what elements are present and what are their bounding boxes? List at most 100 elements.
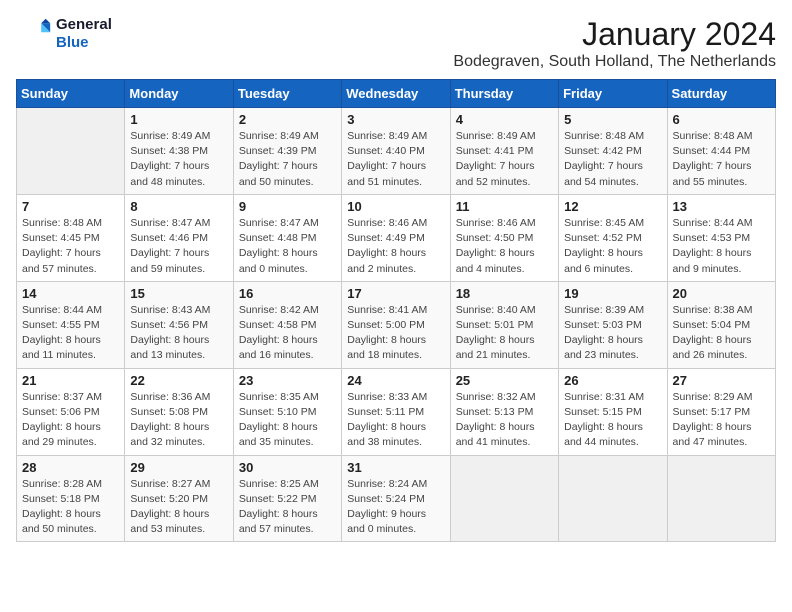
calendar-cell: 6 Sunrise: 8:48 AM Sunset: 4:44 PM Daylig… xyxy=(667,108,775,195)
calendar-cell: 1Sunrise: 8:49 AM Sunset: 4:38 PM Daylig… xyxy=(125,108,233,195)
day-info: Sunrise: 8:44 AM Sunset: 4:55 PM Dayligh… xyxy=(22,303,119,364)
weekday-header-saturday: Saturday xyxy=(667,80,775,108)
header: General Blue January 2024 Bodegraven, So… xyxy=(16,16,776,71)
calendar-cell: 8Sunrise: 8:47 AM Sunset: 4:46 PM Daylig… xyxy=(125,194,233,281)
calendar-cell: 24 Sunrise: 8:33 AM Sunset: 5:11 PM Dayli… xyxy=(342,368,450,455)
day-info: Sunrise: 8:47 AM Sunset: 4:48 PM Dayligh… xyxy=(239,216,336,277)
day-number: 31 xyxy=(347,460,444,475)
day-number: 20 xyxy=(673,286,770,301)
day-info: Sunrise: 8:49 AM Sunset: 4:39 PM Dayligh… xyxy=(239,129,336,190)
calendar-cell: 2Sunrise: 8:49 AM Sunset: 4:39 PM Daylig… xyxy=(233,108,341,195)
calendar-cell: 18 Sunrise: 8:40 AM Sunset: 5:01 PM Dayli… xyxy=(450,281,558,368)
calendar-table: SundayMondayTuesdayWednesdayThursdayFrid… xyxy=(16,79,776,542)
day-number: 10 xyxy=(347,199,444,214)
day-info: Sunrise: 8:48 AM Sunset: 4:42 PM Dayligh… xyxy=(564,129,661,190)
calendar-cell: 16 Sunrise: 8:42 AM Sunset: 4:58 PM Dayli… xyxy=(233,281,341,368)
day-info: Sunrise: 8:48 AM Sunset: 4:45 PM Dayligh… xyxy=(22,216,119,277)
calendar-cell: 30 Sunrise: 8:25 AM Sunset: 5:22 PM Dayli… xyxy=(233,455,341,542)
weekday-header-thursday: Thursday xyxy=(450,80,558,108)
day-number: 6 xyxy=(673,112,770,127)
day-number: 3 xyxy=(347,112,444,127)
day-number: 7 xyxy=(22,199,119,214)
week-row-4: 21Sunrise: 8:37 AM Sunset: 5:06 PM Dayli… xyxy=(17,368,776,455)
day-info: Sunrise: 8:27 AM Sunset: 5:20 PM Dayligh… xyxy=(130,477,227,538)
week-row-1: 1Sunrise: 8:49 AM Sunset: 4:38 PM Daylig… xyxy=(17,108,776,195)
day-info: Sunrise: 8:32 AM Sunset: 5:13 PM Dayligh… xyxy=(456,390,553,451)
calendar-cell xyxy=(17,108,125,195)
day-info: Sunrise: 8:29 AM Sunset: 5:17 PM Dayligh… xyxy=(673,390,770,451)
day-number: 15 xyxy=(130,286,227,301)
calendar-cell: 4 Sunrise: 8:49 AM Sunset: 4:41 PM Daylig… xyxy=(450,108,558,195)
day-number: 4 xyxy=(456,112,553,127)
day-info: Sunrise: 8:25 AM Sunset: 5:22 PM Dayligh… xyxy=(239,477,336,538)
day-info: Sunrise: 8:33 AM Sunset: 5:11 PM Dayligh… xyxy=(347,390,444,451)
logo-icon xyxy=(16,16,52,52)
day-info: Sunrise: 8:47 AM Sunset: 4:46 PM Dayligh… xyxy=(130,216,227,277)
calendar-cell xyxy=(450,455,558,542)
weekday-header-sunday: Sunday xyxy=(17,80,125,108)
calendar-cell: 29 Sunrise: 8:27 AM Sunset: 5:20 PM Dayli… xyxy=(125,455,233,542)
calendar-cell: 23 Sunrise: 8:35 AM Sunset: 5:10 PM Dayli… xyxy=(233,368,341,455)
calendar-cell: 10 Sunrise: 8:46 AM Sunset: 4:49 PM Dayli… xyxy=(342,194,450,281)
day-number: 28 xyxy=(22,460,119,475)
calendar-cell: 13Sunrise: 8:44 AM Sunset: 4:53 PM Dayli… xyxy=(667,194,775,281)
week-row-2: 7 Sunrise: 8:48 AM Sunset: 4:45 PM Daylig… xyxy=(17,194,776,281)
calendar-body: 1Sunrise: 8:49 AM Sunset: 4:38 PM Daylig… xyxy=(17,108,776,542)
week-row-5: 28Sunrise: 8:28 AM Sunset: 5:18 PM Dayli… xyxy=(17,455,776,542)
calendar-cell: 11Sunrise: 8:46 AM Sunset: 4:50 PM Dayli… xyxy=(450,194,558,281)
calendar-cell: 17Sunrise: 8:41 AM Sunset: 5:00 PM Dayli… xyxy=(342,281,450,368)
day-number: 9 xyxy=(239,199,336,214)
weekday-header-monday: Monday xyxy=(125,80,233,108)
calendar-cell: 31 Sunrise: 8:24 AM Sunset: 5:24 PM Dayli… xyxy=(342,455,450,542)
week-row-3: 14 Sunrise: 8:44 AM Sunset: 4:55 PM Dayli… xyxy=(17,281,776,368)
calendar-cell: 19Sunrise: 8:39 AM Sunset: 5:03 PM Dayli… xyxy=(559,281,667,368)
calendar-cell: 21Sunrise: 8:37 AM Sunset: 5:06 PM Dayli… xyxy=(17,368,125,455)
day-number: 5 xyxy=(564,112,661,127)
day-info: Sunrise: 8:48 AM Sunset: 4:44 PM Dayligh… xyxy=(673,129,770,190)
day-number: 18 xyxy=(456,286,553,301)
day-number: 23 xyxy=(239,373,336,388)
day-number: 14 xyxy=(22,286,119,301)
weekday-header-row: SundayMondayTuesdayWednesdayThursdayFrid… xyxy=(17,80,776,108)
calendar-cell: 3 Sunrise: 8:49 AM Sunset: 4:40 PM Daylig… xyxy=(342,108,450,195)
calendar-cell: 9 Sunrise: 8:47 AM Sunset: 4:48 PM Daylig… xyxy=(233,194,341,281)
logo-text: General Blue xyxy=(56,16,112,52)
day-info: Sunrise: 8:43 AM Sunset: 4:56 PM Dayligh… xyxy=(130,303,227,364)
calendar-cell xyxy=(667,455,775,542)
day-info: Sunrise: 8:49 AM Sunset: 4:41 PM Dayligh… xyxy=(456,129,553,190)
day-number: 13 xyxy=(673,199,770,214)
location-title: Bodegraven, South Holland, The Netherlan… xyxy=(453,53,776,71)
day-info: Sunrise: 8:24 AM Sunset: 5:24 PM Dayligh… xyxy=(347,477,444,538)
calendar-cell: 12Sunrise: 8:45 AM Sunset: 4:52 PM Dayli… xyxy=(559,194,667,281)
day-info: Sunrise: 8:49 AM Sunset: 4:40 PM Dayligh… xyxy=(347,129,444,190)
weekday-header-wednesday: Wednesday xyxy=(342,80,450,108)
day-info: Sunrise: 8:45 AM Sunset: 4:52 PM Dayligh… xyxy=(564,216,661,277)
calendar-cell: 27 Sunrise: 8:29 AM Sunset: 5:17 PM Dayli… xyxy=(667,368,775,455)
day-number: 24 xyxy=(347,373,444,388)
day-number: 25 xyxy=(456,373,553,388)
calendar-cell: 14 Sunrise: 8:44 AM Sunset: 4:55 PM Dayli… xyxy=(17,281,125,368)
day-info: Sunrise: 8:31 AM Sunset: 5:15 PM Dayligh… xyxy=(564,390,661,451)
day-number: 30 xyxy=(239,460,336,475)
day-info: Sunrise: 8:42 AM Sunset: 4:58 PM Dayligh… xyxy=(239,303,336,364)
day-info: Sunrise: 8:39 AM Sunset: 5:03 PM Dayligh… xyxy=(564,303,661,364)
day-number: 17 xyxy=(347,286,444,301)
calendar-cell: 7 Sunrise: 8:48 AM Sunset: 4:45 PM Daylig… xyxy=(17,194,125,281)
day-number: 27 xyxy=(673,373,770,388)
calendar-cell: 5 Sunrise: 8:48 AM Sunset: 4:42 PM Daylig… xyxy=(559,108,667,195)
day-info: Sunrise: 8:35 AM Sunset: 5:10 PM Dayligh… xyxy=(239,390,336,451)
calendar-cell: 22 Sunrise: 8:36 AM Sunset: 5:08 PM Dayli… xyxy=(125,368,233,455)
calendar-cell: 28Sunrise: 8:28 AM Sunset: 5:18 PM Dayli… xyxy=(17,455,125,542)
day-number: 1 xyxy=(130,112,227,127)
title-block: January 2024 Bodegraven, South Holland, … xyxy=(453,16,776,71)
day-number: 22 xyxy=(130,373,227,388)
calendar-cell: 20 Sunrise: 8:38 AM Sunset: 5:04 PM Dayli… xyxy=(667,281,775,368)
day-info: Sunrise: 8:36 AM Sunset: 5:08 PM Dayligh… xyxy=(130,390,227,451)
day-info: Sunrise: 8:46 AM Sunset: 4:49 PM Dayligh… xyxy=(347,216,444,277)
day-info: Sunrise: 8:46 AM Sunset: 4:50 PM Dayligh… xyxy=(456,216,553,277)
day-info: Sunrise: 8:40 AM Sunset: 5:01 PM Dayligh… xyxy=(456,303,553,364)
day-number: 16 xyxy=(239,286,336,301)
day-info: Sunrise: 8:38 AM Sunset: 5:04 PM Dayligh… xyxy=(673,303,770,364)
day-number: 29 xyxy=(130,460,227,475)
calendar-cell: 25 Sunrise: 8:32 AM Sunset: 5:13 PM Dayli… xyxy=(450,368,558,455)
